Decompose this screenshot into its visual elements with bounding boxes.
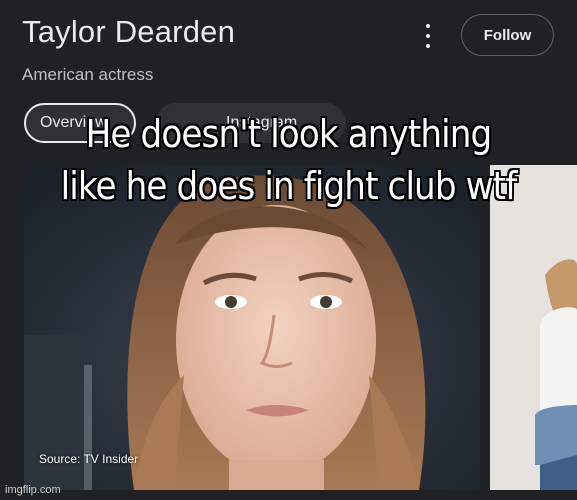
meme-caption-line-2: like he does in fight club wtf — [60, 164, 518, 208]
dot — [426, 24, 430, 28]
follow-button[interactable]: Follow — [461, 14, 554, 56]
meme-caption: He doesn't look anything like he does in… — [29, 108, 548, 212]
secondary-portrait-image — [490, 165, 577, 490]
entity-title: Taylor Dearden — [22, 14, 236, 49]
image-source-caption: Source: TV Insider — [39, 452, 139, 466]
secondary-photo[interactable] — [490, 165, 577, 490]
meme-caption-line-1: He doesn't look anything — [85, 112, 493, 156]
main-photo[interactable]: Source: TV Insider — [24, 165, 480, 490]
more-vert-icon[interactable] — [418, 24, 438, 48]
portrait-image — [24, 165, 480, 490]
knowledge-panel-header: Taylor Dearden Follow American actress — [0, 0, 577, 100]
dot — [426, 34, 430, 38]
imgflip-watermark: imgflip.com — [5, 484, 61, 496]
dot — [426, 44, 430, 48]
entity-subtitle: American actress — [22, 65, 154, 84]
